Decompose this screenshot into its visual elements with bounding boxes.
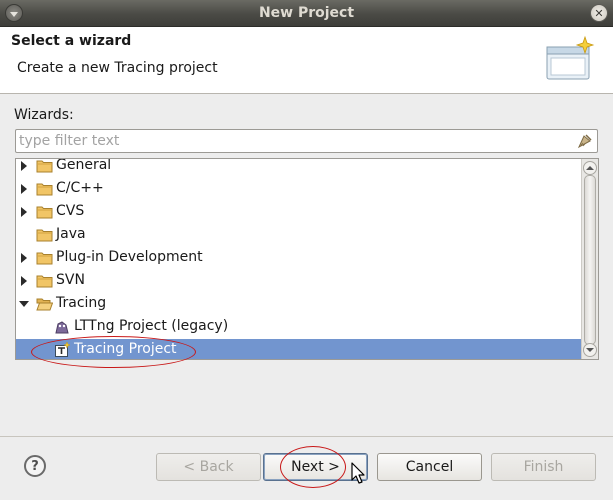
tree-item-general[interactable]: General [16, 158, 581, 178]
window-title: New Project [258, 5, 355, 21]
tree-item-label: General [56, 158, 112, 173]
header-title: Select a wizard [11, 33, 132, 49]
back-button[interactable]: < Back [156, 453, 261, 481]
expand-arrow-icon[interactable] [21, 276, 27, 286]
scroll-up-icon[interactable] [583, 161, 597, 175]
scroll-down-icon[interactable] [583, 343, 597, 357]
new-wizard-banner-icon [546, 35, 595, 80]
collapse-arrow-icon[interactable] [19, 301, 29, 307]
tree-item-lttng-project[interactable]: LTTng Project (legacy) [16, 316, 581, 339]
folder-icon [36, 183, 53, 196]
close-button[interactable] [590, 4, 608, 22]
tree-item-cpp[interactable]: C/C++ [16, 178, 581, 201]
tree-item-cvs[interactable]: CVS [16, 201, 581, 224]
tree-item-tracing[interactable]: Tracing [16, 293, 581, 316]
tree-item-label: C/C++ [56, 180, 104, 196]
finish-button[interactable]: Finish [491, 453, 596, 481]
expand-arrow-icon[interactable] [21, 253, 27, 263]
open-folder-icon [36, 298, 53, 311]
filter-input[interactable] [19, 132, 559, 150]
folder-icon [36, 252, 53, 265]
tree-item-label: LTTng Project (legacy) [74, 318, 229, 334]
tree-item-svn[interactable]: SVN [16, 270, 581, 293]
mouse-cursor-icon [351, 462, 365, 484]
wizard-tree[interactable]: General C/C++ CVS Java Plug-in Developme… [15, 158, 599, 360]
header-description: Create a new Tracing project [17, 60, 218, 76]
title-bar: New Project [0, 0, 613, 27]
tree-item-tracing-project[interactable]: Tracing Project [16, 339, 581, 359]
tree-item-label: SVN [56, 272, 85, 288]
tree-scrollbar[interactable] [581, 159, 598, 359]
tree-item-label: CVS [56, 203, 85, 219]
folder-icon [36, 160, 53, 173]
tree-item-label: Tracing Project [74, 341, 177, 357]
lttng-project-icon [55, 321, 69, 334]
tree-item-label: Plug-in Development [56, 249, 203, 265]
tree-item-java[interactable]: Java [16, 224, 581, 247]
wizards-label: Wizards: [14, 107, 74, 123]
expand-arrow-icon[interactable] [21, 161, 27, 171]
expand-arrow-icon[interactable] [21, 207, 27, 217]
scrollbar-thumb[interactable] [584, 175, 596, 345]
folder-icon [36, 206, 53, 219]
folder-icon [36, 275, 53, 288]
tree-item-label: Tracing [56, 295, 107, 311]
divider [0, 436, 613, 437]
expand-arrow-icon[interactable] [21, 184, 27, 194]
folder-icon [36, 229, 53, 242]
filter-field[interactable] [15, 129, 598, 153]
cancel-button[interactable]: Cancel [377, 453, 482, 481]
tree-item-plugin-development[interactable]: Plug-in Development [16, 247, 581, 270]
tree-item-label: Java [56, 226, 86, 242]
help-icon[interactable]: ? [24, 455, 46, 477]
clear-filter-icon[interactable] [575, 132, 593, 150]
wizard-header: Select a wizard Create a new Tracing pro… [0, 27, 613, 94]
tracing-project-icon [55, 342, 70, 357]
